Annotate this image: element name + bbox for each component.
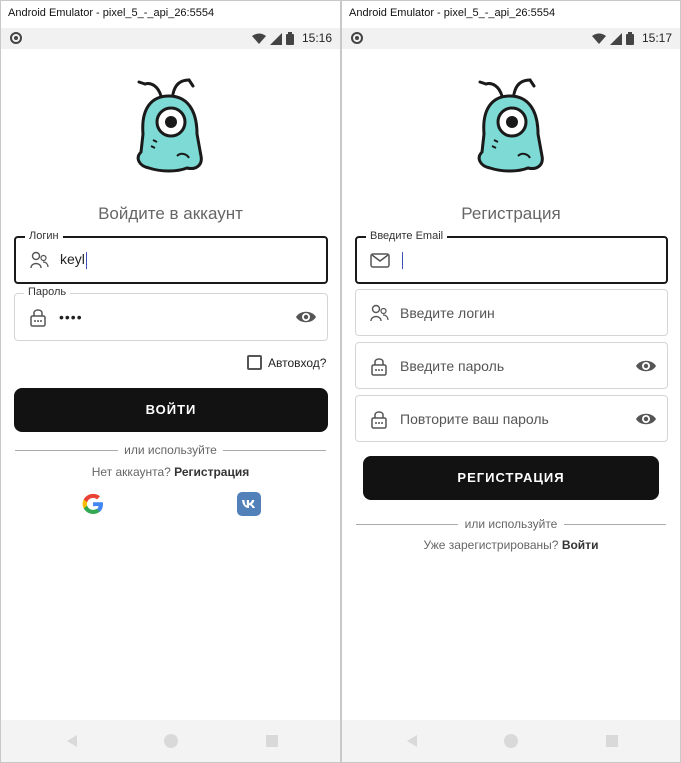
password-field[interactable]: Пароль •••• — [14, 286, 328, 341]
repeat-password-field[interactable]: Повторите ваш пароль — [355, 395, 668, 442]
login-input[interactable]: keyl — [60, 251, 87, 269]
text-cursor — [85, 251, 87, 269]
already-registered-line: Уже зарегистрированы? Войти — [342, 538, 680, 552]
login-field-label: Логин — [25, 230, 63, 242]
show-password-icon[interactable] — [635, 408, 657, 430]
vk-logo-icon[interactable] — [237, 492, 261, 516]
back-icon[interactable] — [405, 734, 419, 748]
divider-text: или используйте — [124, 443, 217, 457]
user-icon — [370, 304, 389, 321]
status-bar: 15:17 — [342, 28, 680, 49]
lock-icon — [371, 410, 387, 429]
no-account-line: Нет аккаунта? Регистрация — [1, 465, 340, 479]
already-registered-text: Уже зарегистрированы? — [423, 538, 559, 552]
wifi-icon — [592, 33, 606, 44]
login-screen: Войдите в аккаунт Логин keyl Пароль •••• — [1, 49, 340, 720]
autologin-label: Автовход? — [268, 356, 327, 370]
signal-icon — [610, 32, 622, 45]
password-field-label: Пароль — [24, 286, 71, 298]
password-input[interactable]: •••• — [59, 309, 83, 325]
autologin-checkbox[interactable] — [247, 355, 262, 370]
recents-icon[interactable] — [605, 734, 619, 748]
password-field[interactable]: Введите пароль — [355, 342, 668, 389]
battery-icon — [626, 32, 634, 45]
register-link[interactable]: Регистрация — [174, 465, 249, 479]
status-time: 15:16 — [301, 31, 332, 45]
notification-dot-icon — [351, 32, 363, 44]
recents-icon[interactable] — [265, 734, 279, 748]
nav-bar — [1, 720, 340, 762]
login-field[interactable]: Введите логин — [355, 289, 668, 336]
lock-icon — [30, 309, 46, 327]
email-field[interactable]: Введите Email — [355, 230, 668, 284]
mascot-logo-icon — [136, 78, 203, 173]
google-logo-icon[interactable] — [81, 492, 105, 516]
lock-icon — [371, 357, 387, 376]
status-icons — [252, 32, 294, 45]
email-input[interactable] — [401, 251, 403, 269]
repeat-password-placeholder: Повторите ваш пароль — [400, 410, 549, 427]
page-title: Войдите в аккаунт — [98, 204, 243, 223]
mail-icon — [370, 253, 390, 268]
back-icon[interactable] — [65, 734, 79, 748]
login-placeholder: Введите логин — [400, 304, 495, 321]
divider: или используйте — [356, 517, 666, 531]
login-link[interactable]: Войти — [562, 538, 599, 552]
home-icon[interactable] — [504, 734, 518, 748]
login-field[interactable]: Логин keyl — [14, 230, 328, 284]
page-title: Регистрация — [461, 204, 561, 223]
text-cursor — [402, 251, 403, 269]
window-title: Android Emulator - pixel_5_-_api_26:5554 — [342, 1, 680, 28]
wifi-icon — [252, 33, 266, 44]
status-bar: 15:16 — [1, 28, 340, 49]
notification-dot-icon — [10, 32, 22, 44]
signal-icon — [270, 32, 282, 45]
user-icon — [30, 251, 49, 269]
password-placeholder: Введите пароль — [400, 357, 505, 374]
window-title: Android Emulator - pixel_5_-_api_26:5554 — [1, 1, 340, 28]
divider: или используйте — [15, 443, 326, 457]
login-button[interactable]: ВОЙТИ — [14, 388, 328, 432]
no-account-text: Нет аккаунта? — [91, 465, 171, 479]
show-password-icon[interactable] — [635, 355, 657, 377]
mascot-logo-icon — [477, 78, 544, 173]
emulator-window-register: Android Emulator - pixel_5_-_api_26:5554… — [341, 0, 681, 763]
email-field-label: Введите Email — [366, 230, 448, 242]
home-icon[interactable] — [164, 734, 178, 748]
status-icons — [592, 32, 634, 45]
show-password-icon[interactable] — [295, 306, 317, 328]
battery-icon — [286, 32, 294, 45]
divider-text: или используйте — [464, 517, 558, 531]
emulator-window-login: Android Emulator - pixel_5_-_api_26:5554… — [0, 0, 341, 763]
register-screen: Регистрация Введите Email Введите логин — [342, 49, 680, 720]
register-button[interactable]: РЕГИСТРАЦИЯ — [363, 456, 659, 500]
nav-bar — [342, 720, 680, 762]
status-time: 15:17 — [641, 31, 672, 45]
